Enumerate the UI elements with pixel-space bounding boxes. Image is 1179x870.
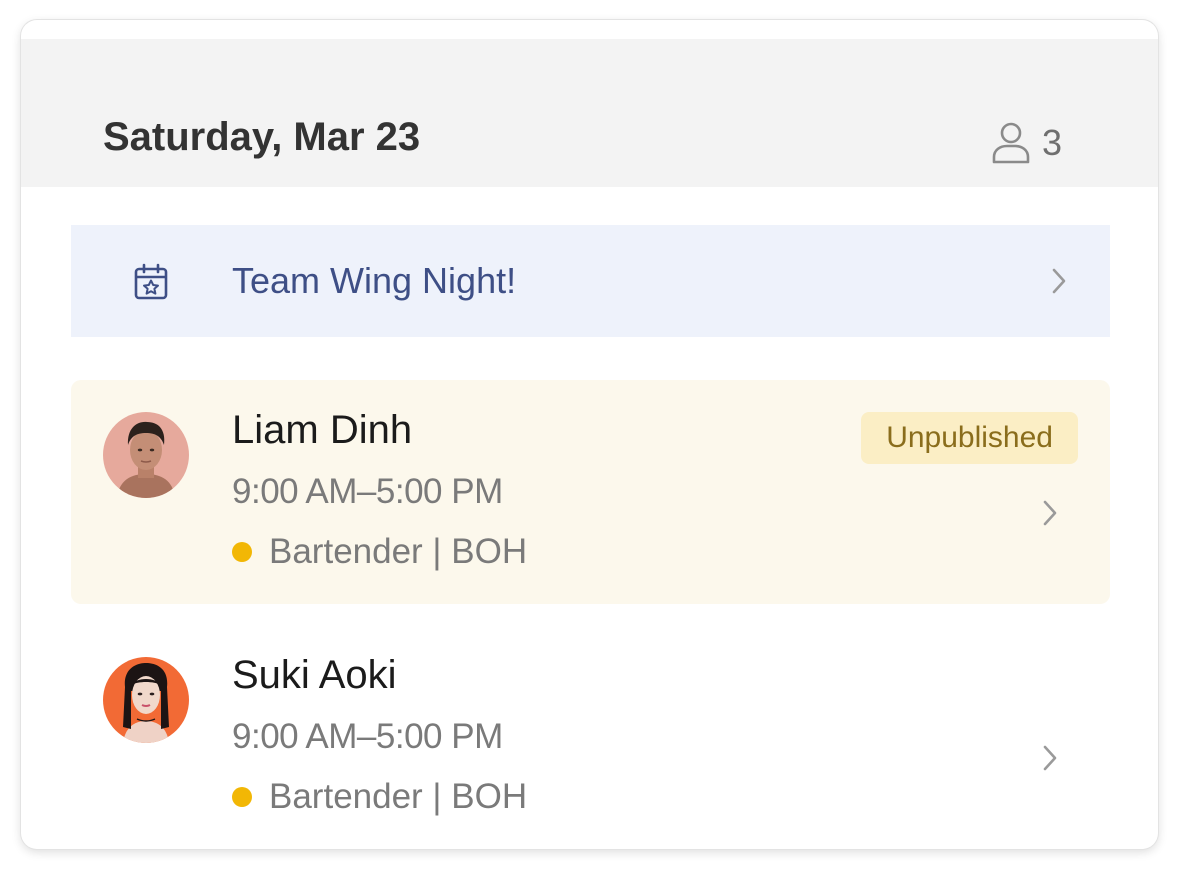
chevron-right-icon — [1043, 500, 1057, 526]
day-title: Saturday, Mar 23 — [103, 115, 421, 159]
shift-row[interactable]: Suki Aoki 9:00 AM–5:00 PM Bartender | BO… — [71, 625, 1110, 849]
event-title: Team Wing Night! — [232, 260, 517, 301]
person-icon — [992, 122, 1030, 164]
chevron-right-icon — [1043, 745, 1057, 771]
calendar-star-icon — [134, 263, 168, 300]
avatar — [103, 412, 189, 498]
staff-count-value: 3 — [1042, 122, 1063, 163]
role-color-dot — [232, 542, 252, 563]
shift-role: Bartender | BOH — [232, 777, 528, 817]
employee-name: Liam Dinh — [232, 408, 413, 452]
shift-time: 9:00 AM–5:00 PM — [232, 717, 503, 756]
shift-row[interactable]: Liam Dinh 9:00 AM–5:00 PM Bartender | BO… — [71, 380, 1110, 604]
shift-role: Bartender | BOH — [232, 532, 528, 572]
shift-time: 9:00 AM–5:00 PM — [232, 472, 503, 511]
chevron-right-icon — [1052, 268, 1066, 294]
role-color-dot — [232, 787, 252, 808]
day-card: Saturday, Mar 23 3 Team Wing Night! Liam… — [21, 20, 1158, 849]
role-label: Bartender | BOH — [269, 532, 528, 571]
status-badge: Unpublished — [861, 412, 1078, 464]
day-header: Saturday, Mar 23 3 — [21, 39, 1158, 187]
staff-count[interactable]: 3 — [991, 121, 1062, 165]
employee-name: Suki Aoki — [232, 653, 397, 697]
role-label: Bartender | BOH — [269, 777, 528, 816]
event-row[interactable]: Team Wing Night! — [71, 225, 1110, 337]
avatar — [103, 657, 189, 743]
